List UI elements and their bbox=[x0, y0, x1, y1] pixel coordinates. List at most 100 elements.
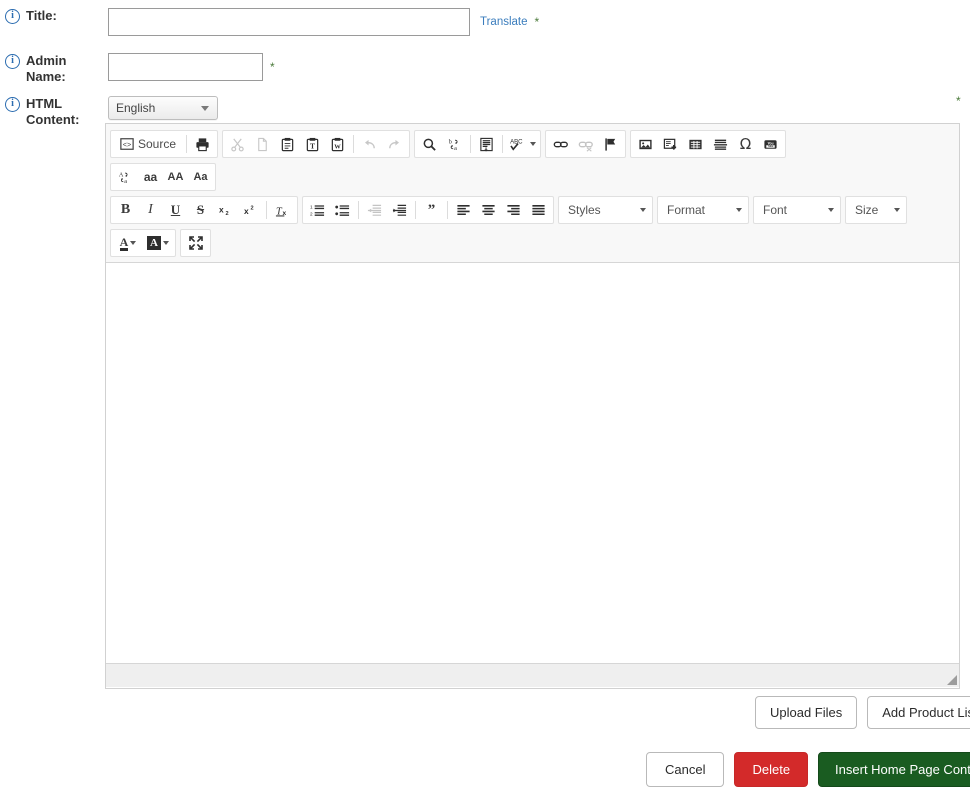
svg-text:2: 2 bbox=[251, 206, 254, 212]
admin-name-input[interactable] bbox=[108, 53, 263, 81]
source-button[interactable]: <> Source bbox=[113, 132, 183, 156]
capitalize-button[interactable]: Aa bbox=[188, 165, 213, 189]
bulleted-list-button[interactable] bbox=[330, 198, 355, 222]
format-combo[interactable]: Format bbox=[657, 196, 749, 224]
copy-button[interactable] bbox=[250, 132, 275, 156]
editor-content-area[interactable] bbox=[106, 263, 959, 663]
paste-from-word-button[interactable]: W bbox=[325, 132, 350, 156]
select-all-button[interactable] bbox=[474, 132, 499, 156]
print-button[interactable] bbox=[190, 132, 215, 156]
align-center-button[interactable] bbox=[476, 198, 501, 222]
paste-as-plain-text-button[interactable]: T bbox=[300, 132, 325, 156]
blockquote-button[interactable]: ” bbox=[419, 198, 444, 222]
numbered-list-button[interactable]: 12 bbox=[305, 198, 330, 222]
upload-files-button[interactable]: Upload Files bbox=[755, 696, 858, 729]
anchor-button[interactable] bbox=[598, 132, 623, 156]
svg-text:2: 2 bbox=[310, 211, 313, 216]
copy-icon bbox=[258, 137, 267, 151]
indent-button[interactable] bbox=[387, 198, 412, 222]
align-justify-button[interactable] bbox=[526, 198, 551, 222]
capitalize-icon: Aa bbox=[193, 171, 208, 183]
source-icon: <> bbox=[120, 138, 134, 150]
chevron-down-icon bbox=[828, 208, 834, 212]
add-product-list-button[interactable]: Add Product List bbox=[867, 696, 970, 729]
image-button[interactable] bbox=[633, 132, 658, 156]
horizontal-rule-button[interactable] bbox=[708, 132, 733, 156]
info-icon[interactable]: i bbox=[5, 97, 20, 112]
align-right-icon bbox=[507, 204, 520, 215]
lowercase-button[interactable]: aa bbox=[138, 165, 163, 189]
size-combo-label: Size bbox=[855, 203, 879, 217]
superscript-button[interactable]: x2 bbox=[238, 198, 263, 222]
undo-button[interactable] bbox=[357, 132, 382, 156]
align-left-button[interactable] bbox=[451, 198, 476, 222]
paste-word-icon: W bbox=[331, 137, 344, 151]
toolbar-group-paragraph: 12 ” bbox=[302, 196, 554, 224]
maximize-button[interactable] bbox=[183, 231, 208, 255]
remove-format-button[interactable]: Tx bbox=[270, 198, 295, 222]
spellcheck-button[interactable]: ABC bbox=[506, 132, 538, 156]
indent-icon bbox=[392, 204, 407, 216]
resize-handle-icon[interactable] bbox=[947, 675, 957, 685]
info-icon[interactable]: i bbox=[5, 54, 20, 69]
size-combo[interactable]: Size bbox=[845, 196, 907, 224]
font-combo-label: Font bbox=[763, 203, 788, 217]
svg-text:W: W bbox=[334, 143, 341, 150]
toolbar-group-basicstyles: B I U S x2 x2 Tx bbox=[110, 196, 298, 224]
chevron-down-icon bbox=[736, 208, 742, 212]
field-label-admin-name: Admin Name: bbox=[26, 53, 67, 84]
replace-button[interactable]: ba bbox=[442, 132, 467, 156]
language-select[interactable]: English bbox=[108, 96, 218, 120]
separator bbox=[447, 201, 448, 219]
submit-button[interactable]: Insert Home Page Content bbox=[818, 752, 970, 787]
chevron-down-icon bbox=[201, 106, 209, 111]
format-combo-label: Format bbox=[667, 203, 706, 217]
find-button[interactable] bbox=[417, 132, 442, 156]
text-color-button[interactable]: A bbox=[113, 231, 143, 255]
outdent-button[interactable] bbox=[362, 198, 387, 222]
special-char-button[interactable]: Ω bbox=[733, 132, 758, 156]
delete-button[interactable]: Delete bbox=[734, 752, 809, 787]
editor-toolbar: <> Source T W b a ABC Ω You Tube A a aa … bbox=[106, 124, 959, 263]
underline-button[interactable]: U bbox=[163, 198, 188, 222]
paste-button[interactable] bbox=[275, 132, 300, 156]
uppercase-button[interactable]: AA bbox=[163, 165, 188, 189]
toolbar-row-4: A A bbox=[110, 227, 955, 260]
styles-combo-label: Styles bbox=[568, 203, 601, 217]
italic-button[interactable]: I bbox=[138, 198, 163, 222]
background-color-button[interactable]: A bbox=[143, 231, 173, 255]
separator bbox=[353, 135, 355, 153]
flash-button[interactable] bbox=[658, 132, 683, 156]
source-button-label: Source bbox=[138, 137, 177, 151]
youtube-button[interactable]: You Tube bbox=[758, 132, 783, 156]
bold-button[interactable]: B bbox=[113, 198, 138, 222]
chevron-down-icon bbox=[162, 241, 169, 245]
svg-text:T: T bbox=[310, 141, 315, 150]
redo-button[interactable] bbox=[382, 132, 407, 156]
magnifier-icon bbox=[423, 138, 436, 151]
language-select-value: English bbox=[116, 101, 156, 115]
text-transform-button[interactable]: Aa bbox=[113, 165, 138, 189]
link-button[interactable] bbox=[548, 132, 573, 156]
cut-button[interactable] bbox=[225, 132, 250, 156]
toolbar-group-links bbox=[545, 130, 627, 158]
toolbar-row-2: Aa aa AA Aa bbox=[110, 161, 955, 194]
required-star-html-content: * bbox=[956, 94, 961, 108]
font-combo[interactable]: Font bbox=[753, 196, 841, 224]
table-button[interactable] bbox=[683, 132, 708, 156]
align-left-icon bbox=[457, 204, 470, 215]
superscript-icon: x2 bbox=[244, 206, 254, 217]
info-icon[interactable]: i bbox=[5, 9, 20, 24]
strikethrough-button[interactable]: S bbox=[188, 198, 213, 222]
align-right-button[interactable] bbox=[501, 198, 526, 222]
svg-text:Tube: Tube bbox=[768, 145, 774, 148]
title-input[interactable] bbox=[108, 8, 470, 36]
styles-combo[interactable]: Styles bbox=[558, 196, 653, 224]
label-cell-html-content: i HTML Content: bbox=[0, 96, 95, 128]
text-color-icon: A bbox=[119, 234, 129, 251]
cancel-button[interactable]: Cancel bbox=[646, 752, 725, 787]
unlink-button[interactable] bbox=[573, 132, 598, 156]
numbered-list-icon: 12 bbox=[310, 204, 325, 216]
translate-link[interactable]: Translate bbox=[480, 8, 528, 36]
subscript-button[interactable]: x2 bbox=[213, 198, 238, 222]
